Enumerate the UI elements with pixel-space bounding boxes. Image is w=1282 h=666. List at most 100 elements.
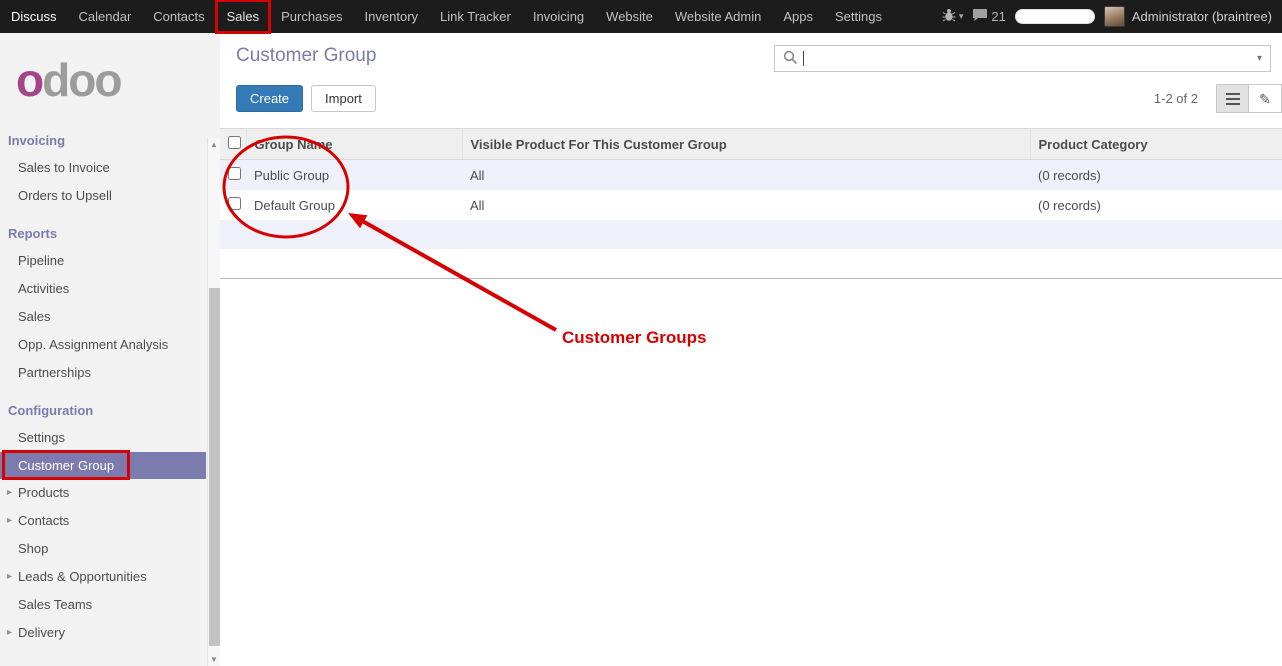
- page-title: Customer Group: [236, 45, 376, 67]
- search-icon: [775, 50, 798, 68]
- expand-arrow-icon: ▸: [7, 563, 12, 591]
- sidebar-item-label: Sales to Invoice: [18, 160, 110, 175]
- logo-letter: o: [16, 54, 42, 106]
- sidebar-item-label: Sales: [18, 309, 51, 324]
- import-button[interactable]: Import: [311, 85, 376, 112]
- sidebar-item-contacts[interactable]: ▸ Contacts: [0, 507, 206, 535]
- odoo-logo: odoo: [0, 33, 220, 117]
- cell-product-category[interactable]: (0 records): [1030, 190, 1282, 220]
- cell-group-name[interactable]: Public Group: [246, 160, 462, 191]
- table-row-default-group[interactable]: Default Group All (0 records): [220, 190, 1282, 220]
- sidebar-item-products[interactable]: ▸Products: [0, 479, 206, 507]
- sidebar-item-partnerships[interactable]: Partnerships: [0, 359, 206, 387]
- cell-product-category[interactable]: (0 records): [1030, 160, 1282, 191]
- topbar-item-invoicing[interactable]: Invoicing: [522, 0, 595, 33]
- edit-icon: ✎: [1259, 92, 1271, 106]
- search-input[interactable]: [807, 47, 1249, 70]
- topbar-item-settings[interactable]: Settings: [824, 0, 893, 33]
- select-all-cell: [220, 129, 246, 160]
- sidebar-item-label: Partnerships: [18, 365, 91, 380]
- column-header-visible-product[interactable]: Visible Product For This Customer Group: [462, 129, 1030, 160]
- cell-visible-product[interactable]: All: [462, 160, 1030, 191]
- topbar: Discuss Calendar Contacts Sales Purchase…: [0, 0, 1282, 33]
- scroll-down-icon[interactable]: ▼: [210, 655, 218, 664]
- search-options-chevron-icon[interactable]: ▾: [1249, 53, 1270, 64]
- topbar-menu: Discuss Calendar Contacts Sales Purchase…: [0, 0, 893, 33]
- sidebar-item-label: Shop: [18, 541, 48, 556]
- scroll-up-icon[interactable]: ▲: [210, 140, 218, 149]
- topbar-right: ▾ 21 Administrator (braintree): [942, 6, 1282, 27]
- topbar-item-discuss[interactable]: Discuss: [0, 0, 68, 33]
- sidebar-item-settings[interactable]: Settings: [0, 424, 206, 452]
- chevron-down-icon: ▾: [959, 11, 964, 22]
- sidebar-item-leads-opportunities[interactable]: ▸ Leads & Opportunities: [0, 563, 206, 591]
- logo-letter: o: [94, 54, 120, 106]
- customer-group-table: Group Name Visible Product For This Cust…: [220, 128, 1282, 279]
- column-header-product-category[interactable]: Product Category: [1030, 129, 1282, 160]
- empty-row: [220, 249, 1282, 278]
- pager: 1-2 of 2: [1154, 91, 1198, 106]
- create-button[interactable]: Create: [236, 85, 303, 112]
- sidebar-scrollbar: ▲ ▼: [207, 138, 220, 666]
- expand-arrow-icon: ▸: [7, 619, 12, 647]
- table-row-public-group[interactable]: Public Group All (0 records): [220, 160, 1282, 191]
- user-menu[interactable]: Administrator (braintree): [1104, 6, 1272, 27]
- sidebar-item-activities[interactable]: Activities: [0, 275, 206, 303]
- topbar-item-website-admin[interactable]: Website Admin: [664, 0, 772, 33]
- sidebar-item-pipeline[interactable]: Pipeline: [0, 247, 206, 275]
- form-view-button[interactable]: ✎: [1249, 84, 1282, 113]
- expand-arrow-icon: ▸: [7, 479, 12, 507]
- select-all-checkbox[interactable]: [228, 136, 241, 149]
- topbar-item-link-tracker[interactable]: Link Tracker: [429, 0, 522, 33]
- list-view-button[interactable]: [1216, 84, 1249, 113]
- scrollbar-thumb[interactable]: [209, 288, 220, 646]
- sidebar-item-opp-assignment-analysis[interactable]: Opp. Assignment Analysis: [0, 331, 206, 359]
- topbar-item-contacts[interactable]: Contacts: [142, 0, 215, 33]
- sidebar-section-configuration: Configuration: [0, 387, 206, 424]
- cell-group-name[interactable]: Default Group: [246, 190, 462, 220]
- sidebar-section-invoicing: Invoicing: [0, 117, 206, 154]
- sidebar-item-label: Activities: [18, 281, 69, 296]
- control-panel: Customer Group ▾ Create Import 1-2 of 2 …: [220, 33, 1282, 128]
- sidebar-item-shop[interactable]: Shop: [0, 535, 206, 563]
- column-header-group-name[interactable]: Group Name: [246, 129, 462, 160]
- topbar-item-website[interactable]: Website: [595, 0, 664, 33]
- sidebar-item-label: Contacts: [18, 513, 69, 528]
- sidebar-item-label: Orders to Upsell: [18, 188, 112, 203]
- sidebar-section-reports: Reports: [0, 210, 206, 247]
- sidebar: odoo Invoicing Sales to Invoice Orders t…: [0, 33, 220, 666]
- sidebar-item-customer-group[interactable]: Customer Group: [0, 452, 206, 479]
- topbar-item-apps[interactable]: Apps: [772, 0, 824, 33]
- control-panel-buttons: Create Import 1-2 of 2 ✎: [236, 84, 1282, 113]
- cell-visible-product[interactable]: All: [462, 190, 1030, 220]
- chat-bubble-icon: [972, 8, 988, 25]
- messages-button[interactable]: 21: [972, 8, 1005, 25]
- search-bar: ▾: [774, 45, 1271, 72]
- sidebar-nav: Invoicing Sales to Invoice Orders to Ups…: [0, 117, 220, 647]
- row-checkbox[interactable]: [228, 167, 241, 180]
- row-checkbox-cell: [220, 160, 246, 191]
- messages-count: 21: [991, 9, 1005, 24]
- debug-menu[interactable]: ▾: [942, 8, 964, 25]
- sidebar-item-sales-teams[interactable]: Sales Teams: [0, 591, 206, 619]
- topbar-indicator-pill[interactable]: [1015, 9, 1095, 24]
- sidebar-item-label: Opp. Assignment Analysis: [18, 337, 168, 352]
- sidebar-item-delivery[interactable]: ▸Delivery: [0, 619, 206, 647]
- sidebar-item-label: Leads & Opportunities: [18, 569, 147, 584]
- expand-arrow-icon: ▸: [7, 507, 12, 535]
- sidebar-item-orders-to-upsell[interactable]: Orders to Upsell: [0, 182, 206, 210]
- row-checkbox[interactable]: [228, 197, 241, 210]
- sidebar-item-sales[interactable]: Sales: [0, 303, 206, 331]
- sidebar-item-sales-to-invoice[interactable]: Sales to Invoice: [0, 154, 206, 182]
- topbar-item-calendar[interactable]: Calendar: [68, 0, 143, 33]
- sidebar-item-label: Sales Teams: [18, 597, 92, 612]
- user-avatar: [1104, 6, 1125, 27]
- topbar-item-purchases[interactable]: Purchases: [270, 0, 353, 33]
- table-header-row: Group Name Visible Product For This Cust…: [220, 129, 1282, 160]
- user-name: Administrator (braintree): [1132, 9, 1272, 24]
- logo-letter: o: [68, 54, 94, 106]
- topbar-item-inventory[interactable]: Inventory: [354, 0, 429, 33]
- topbar-item-sales[interactable]: Sales: [216, 0, 271, 33]
- logo-letter: d: [42, 54, 68, 106]
- sidebar-item-label: Settings: [18, 430, 65, 445]
